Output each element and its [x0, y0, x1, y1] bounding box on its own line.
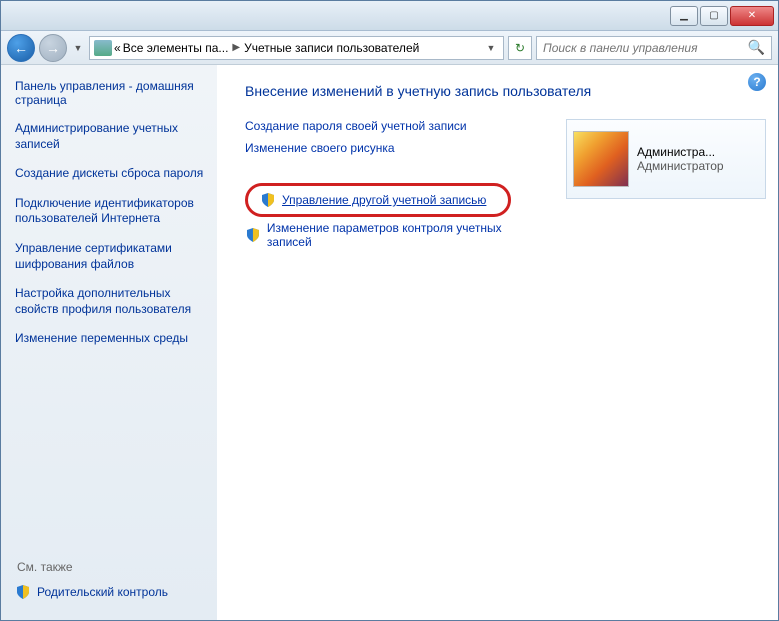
window: ▁ ▢ ✕ ← → ▼ « Все элементы па... ▶ Учетн… — [0, 0, 779, 621]
breadcrumb-dropdown[interactable]: ▼ — [483, 43, 499, 53]
shield-icon — [260, 192, 276, 208]
nav-back-button[interactable]: ← — [7, 34, 35, 62]
nav-history-dropdown[interactable]: ▼ — [71, 36, 85, 60]
link-manage-other-account[interactable]: Управление другой учетной записью — [245, 183, 511, 217]
sidebar-links: Администрирование учетных записей Создан… — [15, 121, 209, 347]
sidebar-link-online-ids[interactable]: Подключение идентификаторов пользователе… — [15, 196, 209, 227]
search-input[interactable] — [543, 41, 748, 55]
nav-forward-button[interactable]: → — [39, 34, 67, 62]
sidebar-link-env-vars[interactable]: Изменение переменных среды — [15, 331, 209, 347]
sidebar: Панель управления - домашняя страница Ад… — [1, 65, 217, 620]
sidebar-home-link[interactable]: Панель управления - домашняя страница — [15, 79, 209, 107]
chevron-right-icon[interactable]: ▶ — [230, 42, 242, 53]
sidebar-parental-label: Родительский контроль — [37, 585, 168, 599]
user-role: Администратор — [637, 159, 759, 173]
refresh-button[interactable]: ↻ — [508, 36, 532, 60]
breadcrumb-icon — [94, 40, 112, 56]
titlebar: ▁ ▢ ✕ — [1, 1, 778, 31]
shield-icon — [245, 227, 261, 243]
user-card[interactable]: Администра... Администратор — [566, 119, 766, 199]
breadcrumb-seg1[interactable]: Все элементы па... — [123, 41, 229, 55]
close-button[interactable]: ✕ — [730, 6, 774, 26]
main-content: ? Внесение изменений в учетную запись по… — [217, 65, 778, 620]
sidebar-link-encryption-certs[interactable]: Управление сертификатами шифрования файл… — [15, 241, 209, 272]
avatar — [573, 131, 629, 187]
breadcrumb[interactable]: « Все элементы па... ▶ Учетные записи по… — [89, 36, 504, 60]
sidebar-parental-control[interactable]: Родительский контроль — [15, 584, 209, 600]
link-change-picture[interactable]: Изменение своего рисунка — [245, 141, 548, 155]
user-name: Администра... — [637, 145, 759, 159]
breadcrumb-seg2[interactable]: Учетные записи пользователей — [244, 41, 419, 55]
sidebar-link-password-reset-disk[interactable]: Создание дискеты сброса пароля — [15, 166, 209, 182]
body: Панель управления - домашняя страница Ад… — [1, 65, 778, 620]
maximize-button[interactable]: ▢ — [700, 6, 728, 26]
page-title: Внесение изменений в учетную запись поль… — [245, 83, 766, 99]
help-icon[interactable]: ? — [748, 73, 766, 91]
minimize-button[interactable]: ▁ — [670, 6, 698, 26]
search-box[interactable]: 🔍 — [536, 36, 772, 60]
shield-icon — [15, 584, 31, 600]
navbar: ← → ▼ « Все элементы па... ▶ Учетные зап… — [1, 31, 778, 65]
sidebar-link-profile-props[interactable]: Настройка дополнительных свойств профиля… — [15, 286, 209, 317]
user-info: Администра... Администратор — [637, 145, 759, 173]
sidebar-link-admin-accounts[interactable]: Администрирование учетных записей — [15, 121, 209, 152]
search-icon[interactable]: 🔍 — [748, 39, 765, 56]
see-also-label: См. также — [15, 560, 209, 574]
link-uac-settings[interactable]: Изменение параметров контроля учетных за… — [245, 221, 548, 249]
link-create-password[interactable]: Создание пароля своей учетной записи — [245, 119, 548, 133]
breadcrumb-prefix: « — [114, 41, 121, 55]
